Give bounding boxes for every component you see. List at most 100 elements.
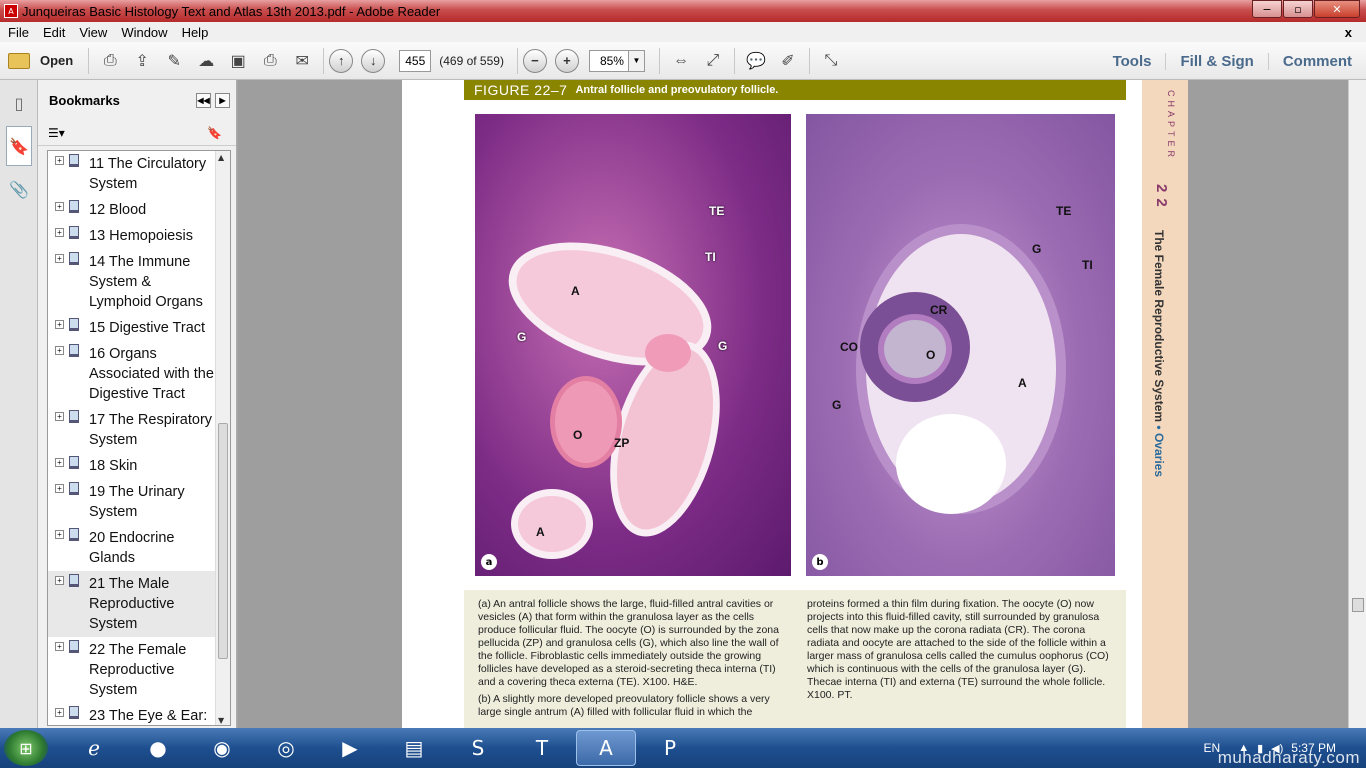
print-icon[interactable]: ⎙ [257, 48, 283, 74]
bookmark-icon [69, 456, 79, 469]
expand-icon[interactable]: + [55, 254, 64, 263]
bookmark-item[interactable]: +13 Hemopoiesis [48, 223, 230, 249]
bookmark-item[interactable]: +22 The Female Reproductive System [48, 637, 230, 703]
expand-icon[interactable]: + [55, 156, 64, 165]
bookmark-item[interactable]: +15 Digestive Tract [48, 315, 230, 341]
highlight-icon[interactable]: ✐ [775, 48, 801, 74]
label-ti: TI [705, 250, 716, 264]
window-title: Junqueiras Basic Histology Text and Atla… [22, 3, 441, 19]
tools-link[interactable]: Tools [1099, 53, 1166, 70]
scroll-down-icon[interactable]: ▼ [218, 716, 224, 725]
expand-icon[interactable]: + [55, 412, 64, 421]
bookmarks-icon[interactable]: 🔖 [6, 126, 32, 166]
bookmark-icon [69, 574, 79, 587]
comment-icon[interactable]: 💬 [743, 48, 769, 74]
menu-help[interactable]: Help [182, 25, 209, 40]
close-document-button[interactable]: x [1345, 25, 1352, 40]
start-button[interactable]: ⊞ [4, 730, 48, 766]
email-icon[interactable]: ✉ [289, 48, 315, 74]
expand-icon[interactable]: + [55, 320, 64, 329]
fit-page-icon[interactable]: ⤢ [700, 48, 726, 74]
menu-bar: File Edit View Window Help x [0, 22, 1366, 42]
export-pdf-icon[interactable]: ⇪ [129, 48, 155, 74]
collapse-panel-icon[interactable]: ◀◀ [196, 92, 211, 108]
fill-sign-link[interactable]: Fill & Sign [1165, 52, 1267, 70]
save-icon[interactable]: ▣ [225, 48, 251, 74]
open-button[interactable]: Open [8, 52, 73, 69]
chevron-down-icon: ▼ [627, 50, 644, 71]
adobe-reader-icon[interactable]: A [576, 730, 636, 766]
label-cr: CR [930, 303, 948, 317]
bookmark-item[interactable]: +19 The Urinary System [48, 479, 230, 525]
bookmark-item[interactable]: +16 Organs Associated with the Digestive… [48, 341, 230, 407]
scroll-thumb[interactable] [1352, 598, 1364, 612]
close-button[interactable]: ✕ [1314, 0, 1360, 18]
file-explorer-icon[interactable]: ▤ [384, 730, 444, 766]
zoom-out-button[interactable]: − [522, 48, 547, 73]
attachments-icon[interactable]: 📎 [6, 174, 32, 204]
skype-icon[interactable]: S [448, 730, 508, 766]
title-bar: A Junqueiras Basic Histology Text and At… [0, 0, 1366, 22]
bookmark-item-selected[interactable]: +21 The Male Reproductive System [48, 571, 230, 637]
bookmark-item[interactable]: +17 The Respiratory System [48, 407, 230, 453]
folder-icon [8, 52, 30, 69]
bookmark-scrollbar[interactable]: ▲ ▼ [215, 151, 230, 725]
expand-icon[interactable]: + [55, 708, 64, 717]
label-g: G [718, 339, 728, 353]
page-thumbnails-icon[interactable]: ▯ [6, 88, 32, 118]
zoom-select[interactable]: 85% ▼ [588, 49, 645, 72]
bookmark-item[interactable]: +12 Blood [48, 197, 230, 223]
expand-bookmark-icon[interactable]: 🔖 [207, 126, 222, 140]
expand-panel-icon[interactable]: ▶ [215, 92, 230, 108]
orange-app-icon[interactable]: ● [128, 730, 188, 766]
watermark: muhadharaty.com [1217, 748, 1360, 767]
bookmark-icon [69, 640, 79, 653]
expand-icon[interactable]: + [55, 346, 64, 355]
document-scrollbar[interactable] [1348, 80, 1366, 728]
bookmark-item[interactable]: +18 Skin [48, 453, 230, 479]
label-a: A [571, 284, 580, 298]
options-menu-icon[interactable]: ☰▾ [48, 126, 65, 140]
bookmark-item[interactable]: +11 The Circulatory System [48, 151, 230, 197]
bookmark-item[interactable]: +20 Endocrine Glands [48, 525, 230, 571]
menu-edit[interactable]: Edit [43, 25, 65, 40]
expand-icon[interactable]: + [55, 642, 64, 651]
edit-pdf-icon[interactable]: ✎ [161, 48, 187, 74]
previous-page-button[interactable]: ↑ [329, 48, 354, 73]
media-player-icon[interactable]: ▶ [320, 730, 380, 766]
bookmarks-panel: Bookmarks ◀◀ ▶ ☰▾ 🔖 +11 The Circulatory … [38, 80, 237, 728]
menu-view[interactable]: View [79, 25, 107, 40]
expand-icon[interactable]: + [55, 576, 64, 585]
chrome-icon[interactable]: ◎ [256, 730, 316, 766]
document-area[interactable]: FIGURE 22–7 Antral follicle and preovula… [238, 80, 1348, 728]
bookmark-item[interactable]: +23 The Eye & Ear: [48, 703, 230, 725]
firefox-icon[interactable]: ◉ [192, 730, 252, 766]
upload-cloud-icon[interactable]: ☁ [193, 48, 219, 74]
zoom-in-button[interactable]: + [554, 48, 579, 73]
page-count: (469 of 559) [439, 53, 504, 68]
next-page-button[interactable]: ↓ [361, 48, 386, 73]
bookmark-icon [69, 252, 79, 265]
expand-icon[interactable]: + [55, 484, 64, 493]
maximize-button[interactable]: ▫ [1283, 0, 1313, 18]
powerpoint-icon[interactable]: P [640, 730, 700, 766]
page-number-input[interactable]: 455 [399, 49, 432, 72]
bookmark-icon [69, 706, 79, 719]
scroll-up-icon[interactable]: ▲ [218, 153, 224, 162]
expand-icon[interactable]: + [55, 228, 64, 237]
comment-link[interactable]: Comment [1267, 52, 1366, 70]
toolbar: Open ⎙ ⇪ ✎ ☁ ▣ ⎙ ✉ ↑ ↓ 455 (469 of 559) … [0, 42, 1366, 80]
fit-width-icon[interactable]: ⇔ [668, 48, 694, 74]
bookmark-item[interactable]: +14 The Immune System & Lymphoid Organs [48, 249, 230, 315]
expand-icon[interactable]: + [55, 458, 64, 467]
menu-file[interactable]: File [8, 25, 29, 40]
full-screen-icon[interactable]: ⤡ [818, 48, 844, 74]
t-app-icon[interactable]: T [512, 730, 572, 766]
create-pdf-icon[interactable]: ⎙ [97, 48, 123, 74]
scroll-thumb[interactable] [218, 423, 228, 659]
expand-icon[interactable]: + [55, 530, 64, 539]
minimize-button[interactable]: − [1252, 0, 1282, 18]
menu-window[interactable]: Window [121, 25, 167, 40]
internet-explorer-icon[interactable]: ℯ [64, 730, 124, 766]
expand-icon[interactable]: + [55, 202, 64, 211]
